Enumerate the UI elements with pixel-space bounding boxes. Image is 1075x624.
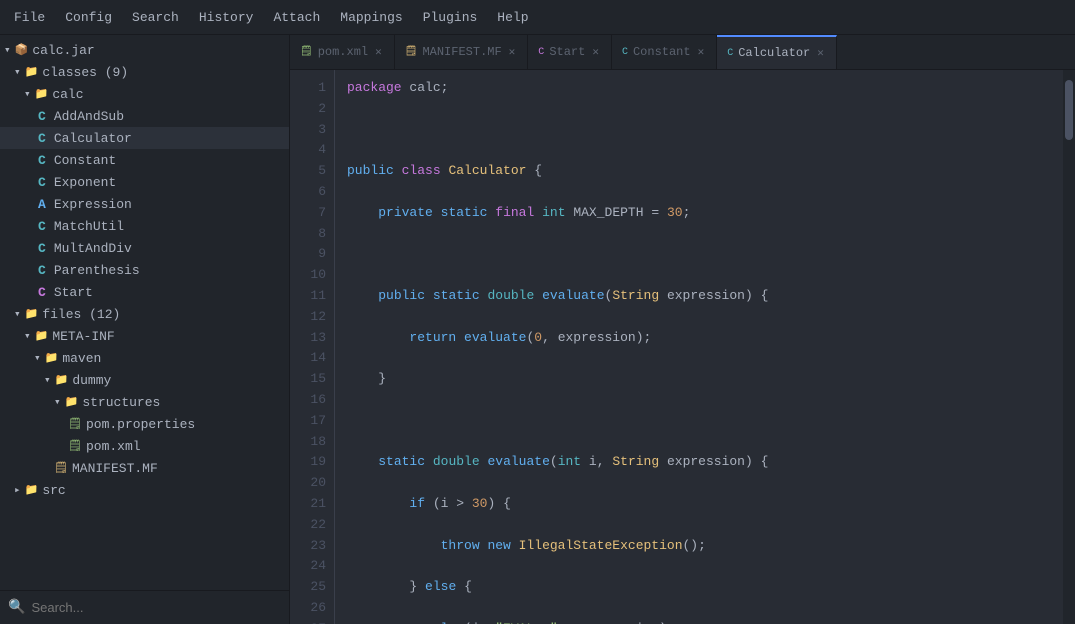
tab-icon-start: C	[538, 47, 544, 58]
tree-label-pom-xml: pom.xml	[86, 439, 141, 454]
tree-item-addandsub[interactable]: C AddAndSub	[0, 105, 289, 127]
tree-item-manifest[interactable]: 🗒 MANIFEST.MF	[0, 457, 289, 479]
tree-label-calculator: Calculator	[54, 131, 132, 146]
tree-label-maven: maven	[62, 351, 101, 366]
tree-label-matchutil: MatchUtil	[54, 219, 124, 234]
menu-help[interactable]: Help	[487, 6, 538, 29]
tab-pom-xml[interactable]: 🗒 pom.xml ✕	[290, 35, 395, 70]
tree-label-multanddiv: MultAndDiv	[54, 241, 132, 256]
tab-label-pom-xml: pom.xml	[318, 45, 368, 59]
tree-label-manifest: MANIFEST.MF	[72, 461, 158, 476]
tree-label-structures: structures	[82, 395, 160, 410]
tree-label-parenthesis: Parenthesis	[54, 263, 140, 278]
line-numbers: 12345 678910 1112131415 1617181920 21222…	[290, 70, 335, 624]
tree-item-exponent[interactable]: C Exponent	[0, 171, 289, 193]
tree-label-addandsub: AddAndSub	[54, 109, 124, 124]
tree-item-maven[interactable]: ▾ 📁 maven	[0, 347, 289, 369]
menu-attach[interactable]: Attach	[263, 6, 330, 29]
tree-item-expression[interactable]: A Expression	[0, 193, 289, 215]
tree-item-pom-xml[interactable]: 🗒 pom.xml	[0, 435, 289, 457]
tab-close-manifest[interactable]: ✕	[507, 45, 518, 59]
tab-close-pom-xml[interactable]: ✕	[373, 45, 384, 59]
code-content[interactable]: package calc; public class Calculator { …	[335, 70, 1075, 624]
tree-item-meta-inf[interactable]: ▾ 📁 META-INF	[0, 325, 289, 347]
tree-label-exponent: Exponent	[54, 175, 116, 190]
tree-item-structures[interactable]: ▾ 📁 structures	[0, 391, 289, 413]
tree-item-start[interactable]: C Start	[0, 281, 289, 303]
tab-close-constant[interactable]: ✕	[696, 45, 707, 59]
tree-item-parenthesis[interactable]: C Parenthesis	[0, 259, 289, 281]
tree-label-constant: Constant	[54, 153, 116, 168]
tab-calculator[interactable]: C Calculator ✕	[717, 35, 837, 70]
scrollbar-thumb[interactable]	[1065, 80, 1073, 140]
menu-plugins[interactable]: Plugins	[413, 6, 488, 29]
menu-search[interactable]: Search	[122, 6, 189, 29]
tree-item-classes[interactable]: ▾ 📁 classes (9)	[0, 61, 289, 83]
main-layout: ▾ 📦 calc.jar ▾ 📁 classes (9) ▾ 📁 calc	[0, 35, 1075, 624]
tab-label-manifest: MANIFEST.MF	[422, 45, 501, 59]
tree-label-src: src	[42, 483, 65, 498]
code-editor: 12345 678910 1112131415 1617181920 21222…	[290, 70, 1075, 624]
tree-item-calc[interactable]: ▾ 📁 calc	[0, 83, 289, 105]
tab-bar: 🗒 pom.xml ✕ 🗒 MANIFEST.MF ✕ C Start ✕ C …	[290, 35, 1075, 70]
search-input[interactable]	[31, 600, 281, 615]
tree-label-meta-inf: META-INF	[52, 329, 114, 344]
editor-area: 🗒 pom.xml ✕ 🗒 MANIFEST.MF ✕ C Start ✕ C …	[290, 35, 1075, 624]
tab-close-calculator[interactable]: ✕	[815, 46, 826, 60]
tree-item-matchutil[interactable]: C MatchUtil	[0, 215, 289, 237]
tree-item-calc-jar[interactable]: ▾ 📦 calc.jar	[0, 39, 289, 61]
menu-history[interactable]: History	[189, 6, 264, 29]
tab-icon-pom-xml: 🗒	[300, 46, 313, 58]
menu-config[interactable]: Config	[55, 6, 122, 29]
tab-start[interactable]: C Start ✕	[528, 35, 612, 70]
tab-label-constant: Constant	[633, 45, 691, 59]
tab-icon-calculator: C	[727, 48, 733, 59]
tree-label-classes: classes (9)	[42, 65, 128, 80]
tab-manifest[interactable]: 🗒 MANIFEST.MF ✕	[395, 35, 529, 70]
tree-label-pom-properties: pom.properties	[86, 417, 195, 432]
tab-label-start: Start	[549, 45, 585, 59]
tree-label-calc-jar: calc.jar	[32, 43, 94, 58]
tab-icon-manifest: 🗒	[405, 46, 418, 58]
tree-item-constant[interactable]: C Constant	[0, 149, 289, 171]
tab-icon-constant: C	[622, 47, 628, 58]
tree-label-expression: Expression	[54, 197, 132, 212]
sidebar-search-bar[interactable]: 🔍	[0, 590, 289, 624]
tab-label-calculator: Calculator	[738, 46, 810, 60]
editor-scrollbar[interactable]	[1063, 70, 1075, 624]
search-icon: 🔍	[8, 599, 25, 616]
tree-item-multanddiv[interactable]: C MultAndDiv	[0, 237, 289, 259]
file-tree[interactable]: ▾ 📦 calc.jar ▾ 📁 classes (9) ▾ 📁 calc	[0, 35, 289, 590]
tab-constant[interactable]: C Constant ✕	[612, 35, 717, 70]
menu-bar: File Config Search History Attach Mappin…	[0, 0, 1075, 35]
tree-label-files: files (12)	[42, 307, 120, 322]
sidebar: ▾ 📦 calc.jar ▾ 📁 classes (9) ▾ 📁 calc	[0, 35, 290, 624]
menu-mappings[interactable]: Mappings	[330, 6, 412, 29]
tree-item-pom-properties[interactable]: 🗒 pom.properties	[0, 413, 289, 435]
tree-item-files[interactable]: ▾ 📁 files (12)	[0, 303, 289, 325]
tree-item-src[interactable]: ▸ 📁 src	[0, 479, 289, 501]
tab-close-start[interactable]: ✕	[590, 45, 601, 59]
menu-file[interactable]: File	[4, 6, 55, 29]
tree-item-calculator[interactable]: C Calculator	[0, 127, 289, 149]
tree-label-start: Start	[54, 285, 93, 300]
tree-item-dummy[interactable]: ▾ 📁 dummy	[0, 369, 289, 391]
tree-label-dummy: dummy	[72, 373, 111, 388]
tree-label-calc: calc	[52, 87, 83, 102]
